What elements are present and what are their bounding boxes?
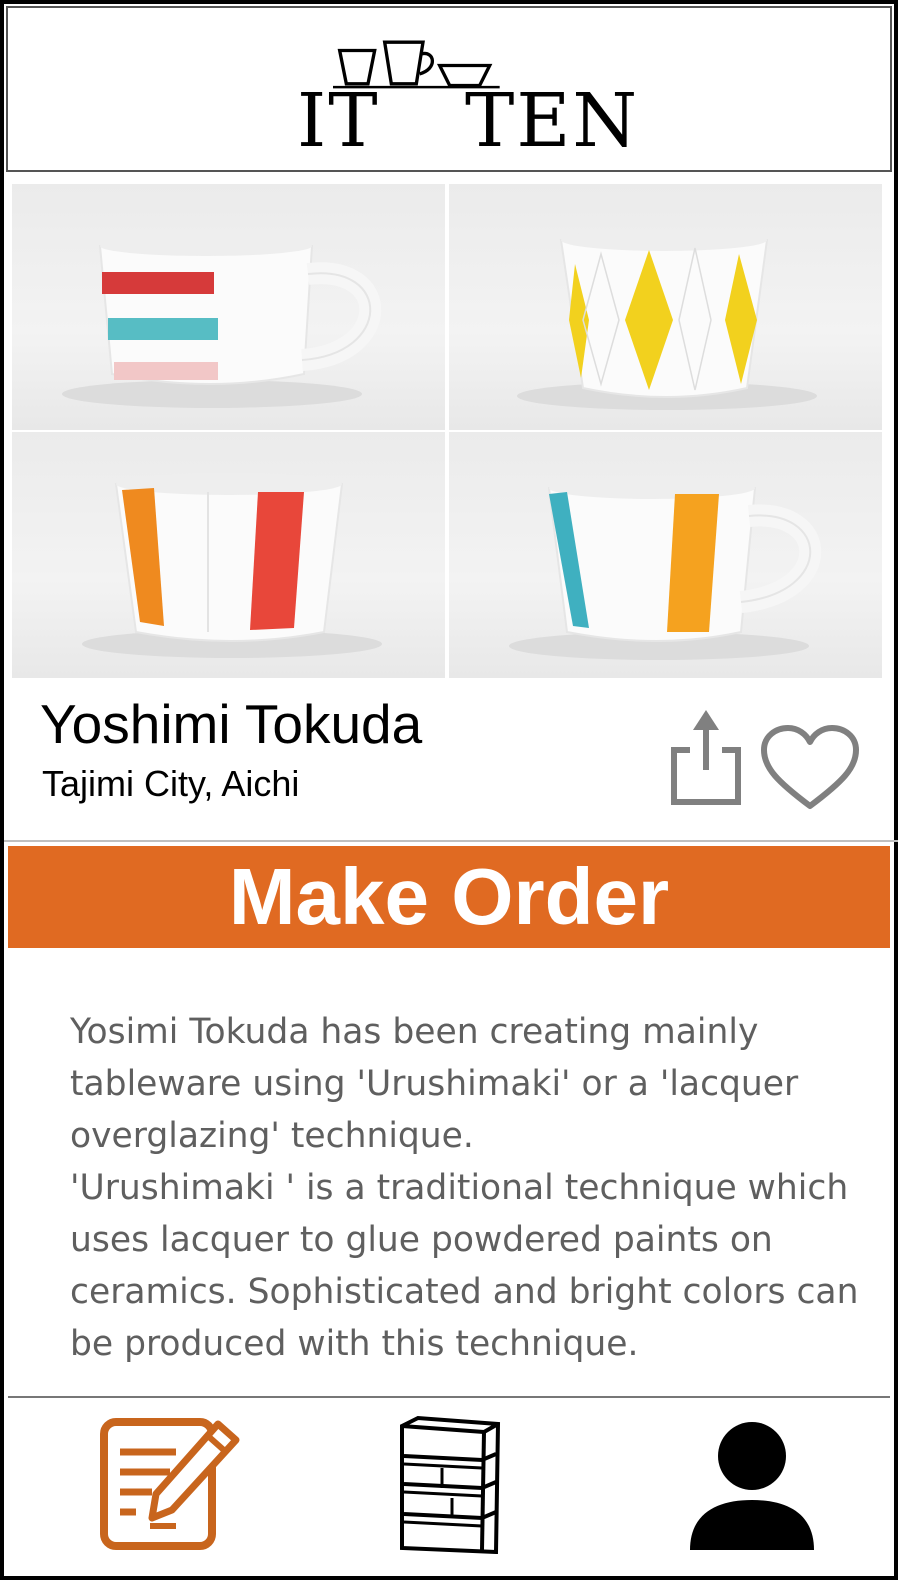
nav-item-orders[interactable] <box>90 1414 240 1554</box>
product-photo[interactable] <box>12 184 445 430</box>
striped-mug-image <box>62 236 382 408</box>
share-icon <box>671 710 741 805</box>
favorite-button[interactable] <box>758 724 862 812</box>
product-photo[interactable] <box>12 432 445 678</box>
share-button[interactable] <box>664 708 746 808</box>
vertical-stripe-cup-image <box>82 473 382 658</box>
artist-info: Yoshimi Tokuda Tajimi City, Aichi <box>40 692 600 822</box>
make-order-button[interactable]: Make Order <box>8 846 890 948</box>
itten-logo[interactable]: IT TEN <box>293 30 653 160</box>
diamond-cup-image <box>517 229 817 410</box>
edit-order-icon <box>100 1418 240 1550</box>
user-icon <box>690 1422 814 1550</box>
logo-text-left: IT <box>297 78 380 164</box>
artist-name: Yoshimi Tokuda <box>40 693 423 755</box>
nav-item-shelf[interactable] <box>392 1414 506 1555</box>
app-frame: IT TEN Yoshimi Tokuda Tajimi City, Aichi… <box>0 0 898 1580</box>
nav-item-profile[interactable] <box>682 1414 822 1554</box>
product-photo[interactable] <box>449 432 882 678</box>
product-photo-grid <box>12 184 882 678</box>
app-header: IT TEN <box>6 6 892 172</box>
logo-text-right: TEN <box>465 78 640 164</box>
shelf-icon <box>400 1415 501 1555</box>
logo-text: IT TEN <box>293 82 653 160</box>
artist-location: Tajimi City, Aichi <box>42 763 300 804</box>
blue-orange-mug-image <box>509 477 822 660</box>
artist-description: Yosimi Tokuda has been creating mainly t… <box>70 1012 859 1364</box>
divider <box>4 840 898 842</box>
bottom-nav <box>8 1396 890 1572</box>
product-photo[interactable] <box>449 184 882 430</box>
heart-icon <box>761 725 859 809</box>
